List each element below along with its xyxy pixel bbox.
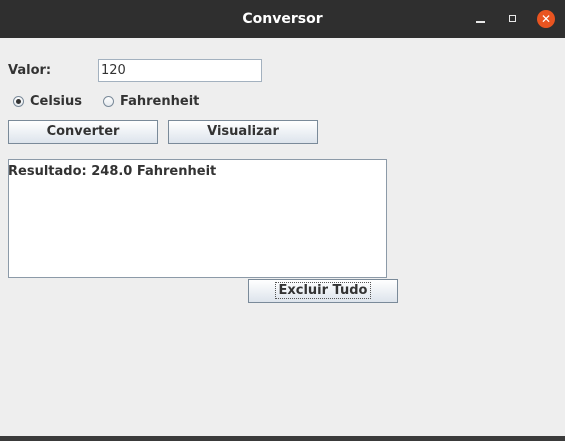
view-button[interactable]: Visualizar xyxy=(168,120,318,144)
minimize-icon xyxy=(476,21,485,23)
taskbar-strip xyxy=(0,436,565,441)
clear-all-button-label: Excluir Tudo xyxy=(275,282,371,299)
value-input[interactable] xyxy=(98,59,262,82)
content-panel: Valor: Celsius Fahrenheit Converter Visu… xyxy=(0,38,565,436)
maximize-icon xyxy=(509,15,516,22)
title-bar[interactable]: Conversor ✕ xyxy=(0,0,565,38)
close-button[interactable]: ✕ xyxy=(537,10,555,28)
radio-celsius-label: Celsius xyxy=(30,94,82,109)
clear-all-button[interactable]: Excluir Tudo xyxy=(248,279,398,303)
maximize-button[interactable] xyxy=(504,10,522,28)
radio-selected-icon xyxy=(13,96,24,107)
radio-fahrenheit[interactable]: Fahrenheit xyxy=(103,94,199,109)
convert-button[interactable]: Converter xyxy=(8,120,158,144)
radio-celsius[interactable]: Celsius xyxy=(13,94,82,109)
value-label: Valor: xyxy=(8,63,52,78)
result-textarea[interactable]: Resultado: 248.0 Fahrenheit xyxy=(8,159,387,278)
convert-button-label: Converter xyxy=(46,124,120,139)
minimize-button[interactable] xyxy=(472,10,490,28)
close-icon: ✕ xyxy=(540,12,552,26)
conversor-window: Conversor ✕ Valor: Celsius Fahrenheit Co… xyxy=(0,0,565,441)
radio-fahrenheit-label: Fahrenheit xyxy=(120,94,200,109)
radio-unselected-icon xyxy=(103,96,114,107)
view-button-label: Visualizar xyxy=(207,124,279,139)
result-text: Resultado: 248.0 Fahrenheit xyxy=(8,164,217,179)
